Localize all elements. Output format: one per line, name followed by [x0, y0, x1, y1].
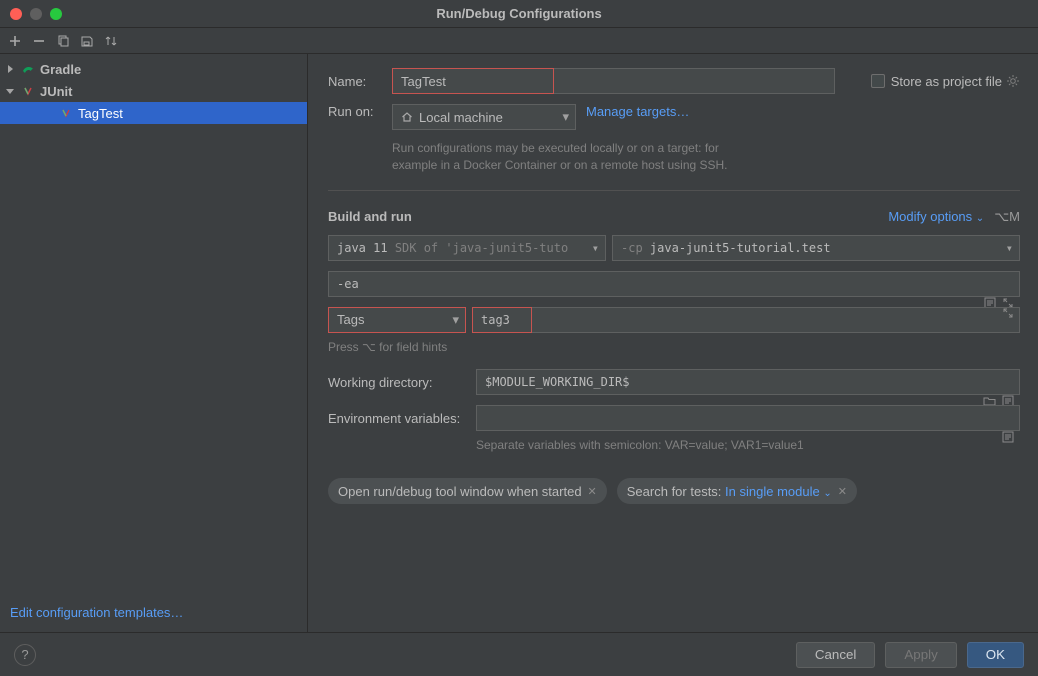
chevron-down-icon: ▾: [592, 241, 599, 255]
sort-icon[interactable]: [104, 34, 118, 48]
chevron-right-icon: [6, 65, 16, 73]
junit-icon: [58, 106, 74, 120]
working-dir-input[interactable]: [476, 369, 1020, 395]
chevron-down-icon: [6, 87, 16, 95]
add-icon[interactable]: [8, 34, 22, 48]
modify-options-link[interactable]: Modify options ⌄: [888, 209, 984, 224]
apply-button[interactable]: Apply: [885, 642, 956, 668]
tree-item-label: TagTest: [78, 106, 123, 121]
run-on-dropdown[interactable]: Local machine ▾: [392, 104, 576, 130]
tree-item-junit[interactable]: JUnit: [0, 80, 307, 102]
field-hints: Press ⌥ for field hints: [328, 339, 1020, 356]
env-vars-hint: Separate variables with semicolon: VAR=v…: [476, 437, 1020, 454]
config-tree-sidebar: Gradle JUnit TagTest Edit configuration …: [0, 54, 308, 632]
jdk-value: java 11 SDK of 'java-junit5-tuto: [337, 241, 568, 255]
classpath-dropdown[interactable]: -cp java-junit5-tutorial.test ▾: [612, 235, 1020, 261]
option-chip-search-scope[interactable]: Search for tests: In single module ⌄ ✕: [617, 478, 857, 504]
edit-env-icon[interactable]: [1002, 431, 1014, 443]
home-icon: [401, 111, 413, 123]
edit-templates-link[interactable]: Edit configuration templates…: [10, 605, 183, 620]
chevron-down-icon: ▾: [452, 312, 459, 328]
run-on-label: Run on:: [328, 104, 392, 119]
test-kind-dropdown[interactable]: Tags ▾: [328, 307, 466, 333]
chip-label: Open run/debug tool window when started: [338, 484, 582, 499]
store-as-project-file-label: Store as project file: [891, 74, 1002, 89]
tag-expression-input-ext[interactable]: [532, 307, 1020, 333]
titlebar: Run/Debug Configurations: [0, 0, 1038, 28]
test-kind-value: Tags: [337, 312, 364, 327]
run-on-hint-1: Run configurations may be executed local…: [392, 140, 1020, 157]
tree-item-label: Gradle: [40, 62, 81, 77]
window-title: Run/Debug Configurations: [0, 6, 1038, 21]
chip-label: Search for tests: In single module ⌄: [627, 484, 832, 499]
remove-icon[interactable]: [32, 34, 46, 48]
save-template-icon[interactable]: [80, 34, 94, 48]
run-on-value: Local machine: [419, 110, 503, 125]
config-tree[interactable]: Gradle JUnit TagTest: [0, 54, 307, 597]
tag-expression-input[interactable]: [472, 307, 532, 333]
classpath-value: -cp java-junit5-tutorial.test: [621, 241, 831, 255]
manage-targets-link[interactable]: Manage targets…: [586, 104, 689, 130]
cancel-button[interactable]: Cancel: [796, 642, 876, 668]
env-vars-label: Environment variables:: [328, 411, 476, 426]
remove-chip-icon[interactable]: ✕: [838, 485, 847, 498]
help-button[interactable]: ?: [14, 644, 36, 666]
gear-icon[interactable]: [1006, 74, 1020, 88]
copy-icon[interactable]: [56, 34, 70, 48]
chevron-down-icon: ▾: [562, 109, 569, 125]
option-chip-open-tool-window[interactable]: Open run/debug tool window when started …: [328, 478, 607, 504]
ok-button[interactable]: OK: [967, 642, 1024, 668]
junit-icon: [20, 84, 36, 98]
build-and-run-header: Build and run: [328, 209, 412, 224]
tree-item-tagtest[interactable]: TagTest: [0, 102, 307, 124]
tree-item-gradle[interactable]: Gradle: [0, 58, 307, 80]
working-dir-label: Working directory:: [328, 375, 476, 390]
chevron-down-icon: ▾: [1006, 241, 1013, 255]
modify-options-shortcut: ⌥M: [994, 209, 1020, 225]
gradle-icon: [20, 62, 36, 76]
name-label: Name:: [328, 74, 392, 89]
config-toolbar: [0, 28, 1038, 54]
config-editor: Name: Store as project file Run on:: [308, 54, 1038, 632]
env-vars-input[interactable]: [476, 405, 1020, 431]
name-input[interactable]: [392, 68, 554, 94]
run-on-hint-2: example in a Docker Container or on a re…: [392, 157, 1020, 174]
expand-icon[interactable]: [1002, 307, 1014, 319]
tree-item-label: JUnit: [40, 84, 73, 99]
dialog-footer: ? Cancel Apply OK: [0, 632, 1038, 676]
vm-options-input[interactable]: [328, 271, 1020, 297]
jdk-dropdown[interactable]: java 11 SDK of 'java-junit5-tuto ▾: [328, 235, 606, 261]
store-as-project-file-checkbox[interactable]: [871, 74, 885, 88]
name-input-ext[interactable]: [554, 68, 835, 94]
remove-chip-icon[interactable]: ✕: [588, 485, 597, 498]
